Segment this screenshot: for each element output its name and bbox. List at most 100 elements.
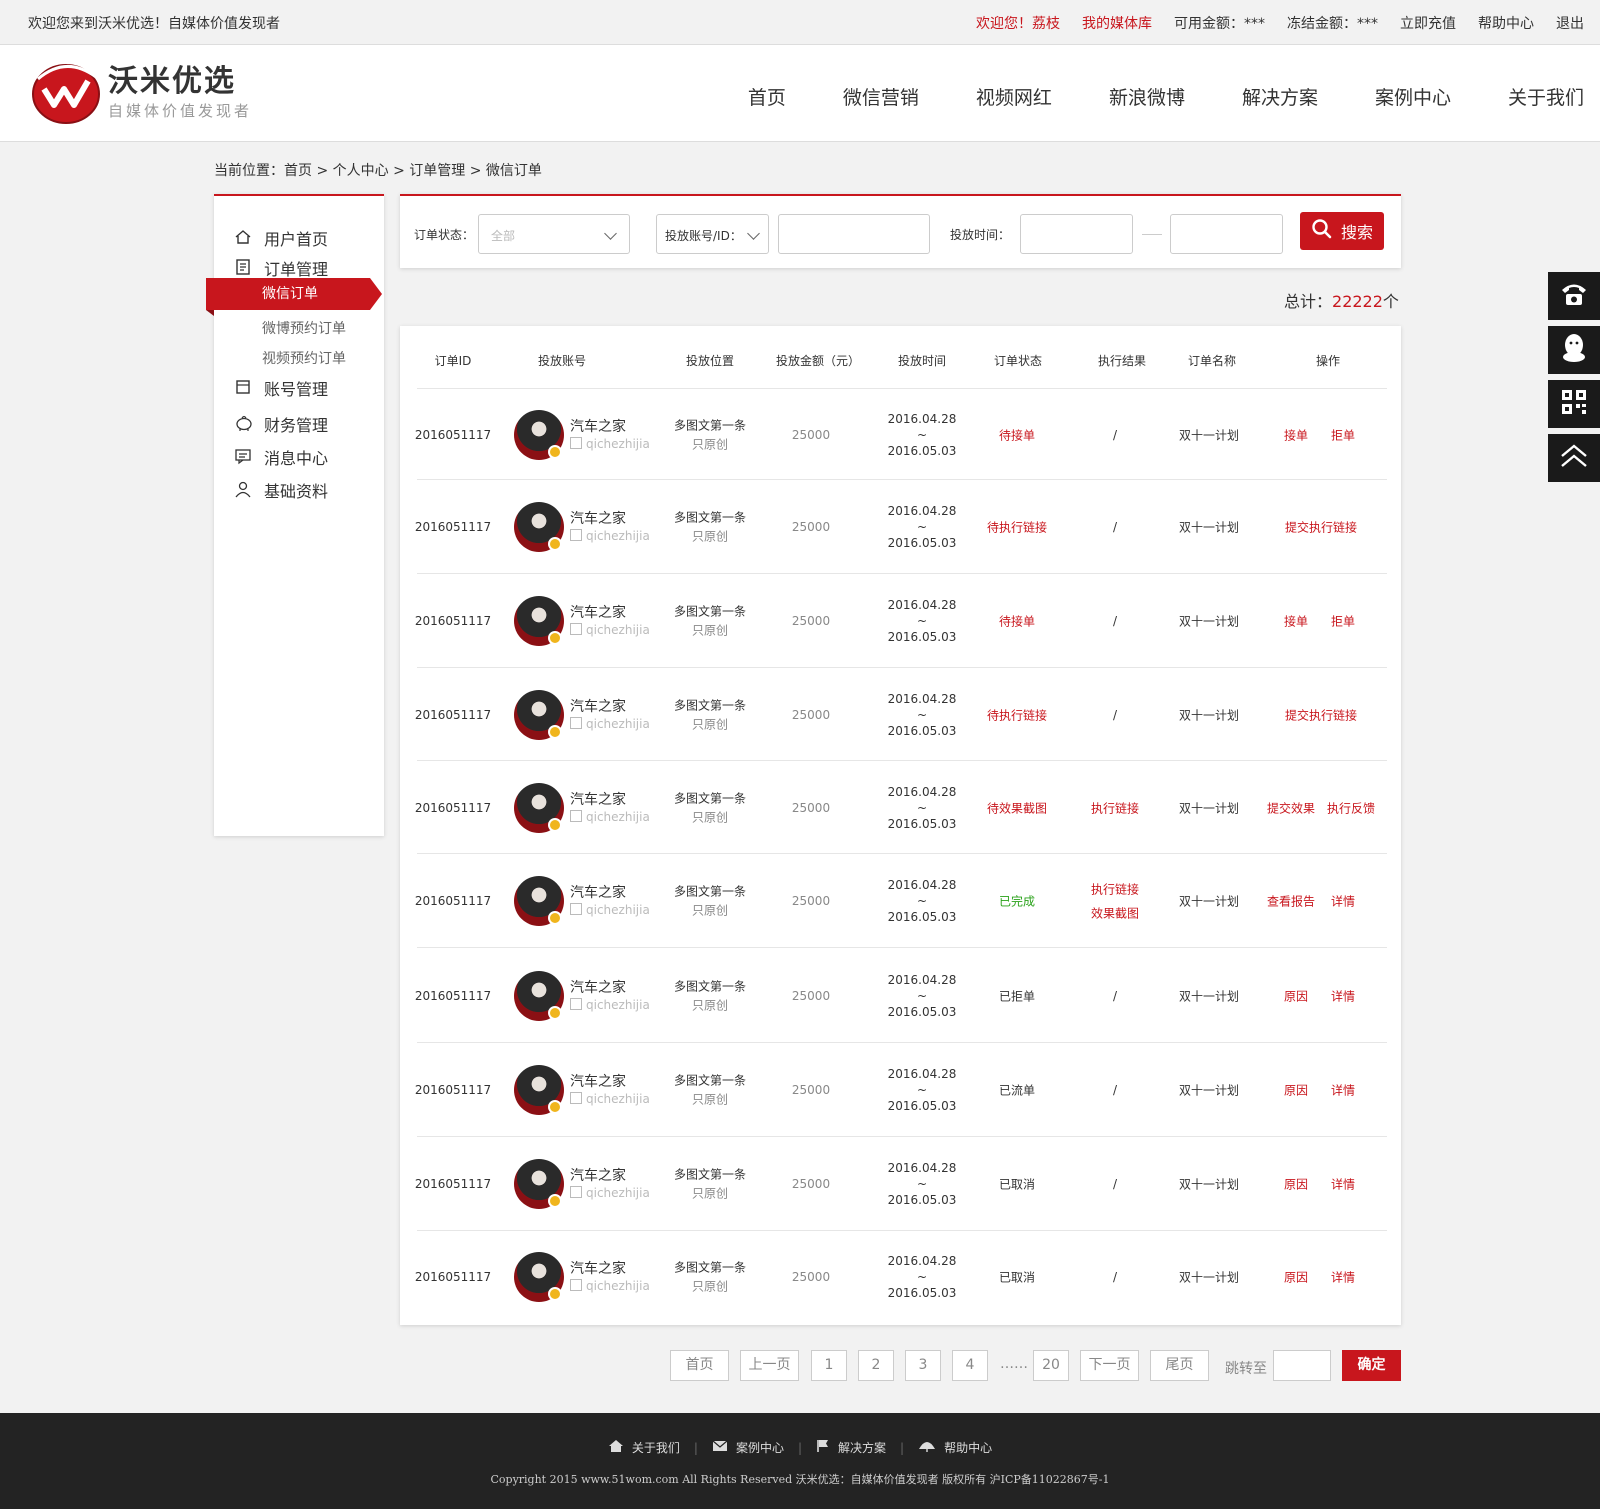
sidebar: 用户首页 订单管理 微信订单 微博预约订单 视频预约订单 账号管理 财务管理 消… (206, 194, 384, 836)
account-id-input[interactable] (778, 214, 930, 254)
action-button-primary[interactable]: 接单 (1284, 426, 1308, 443)
sidebar-item-accounts[interactable]: 账号管理 (234, 376, 328, 400)
nav-video-influencer[interactable]: 视频网红 (976, 83, 1052, 110)
end-date-input[interactable] (1170, 214, 1283, 254)
date-range-tilde: ~ (916, 1177, 928, 1191)
sidebar-item-orders[interactable]: 订单管理 (234, 256, 328, 280)
sidebar-item-weibo-orders[interactable]: 微博预约订单 (262, 318, 346, 338)
action-button-secondary[interactable]: 拒单 (1331, 613, 1355, 630)
account-name[interactable]: 汽车之家 (570, 1165, 626, 1185)
sidebar-item-finance[interactable]: 财务管理 (234, 412, 328, 436)
account-name[interactable]: 汽车之家 (570, 696, 626, 716)
prev-page-button[interactable]: 上一页 (740, 1350, 799, 1381)
account-id-select[interactable]: 投放账号/ID： (656, 214, 769, 254)
nav-sina-weibo[interactable]: 新浪微博 (1109, 83, 1185, 110)
account-name[interactable]: 汽车之家 (570, 416, 626, 436)
action-button-primary[interactable]: 原因 (1284, 1268, 1308, 1285)
recharge-link[interactable]: 立即充值 (1400, 13, 1456, 33)
verified-badge-icon (548, 1194, 562, 1208)
footer-separator: | (900, 1440, 905, 1455)
order-status-select[interactable]: 全部 (478, 214, 630, 254)
back-to-top-button[interactable] (1548, 434, 1600, 482)
result-screenshot-link[interactable]: 效果截图 (1091, 905, 1139, 922)
column-header: 操作 (1315, 354, 1341, 368)
message-icon (234, 447, 254, 467)
footer-link-help[interactable]: 帮助中心 (918, 1439, 992, 1456)
account-name[interactable]: 汽车之家 (570, 789, 626, 809)
account-name[interactable]: 汽车之家 (570, 1071, 626, 1091)
sidebar-item-video-orders[interactable]: 视频预约订单 (262, 348, 346, 368)
start-date-input[interactable] (1020, 214, 1133, 254)
nav-cases[interactable]: 案例中心 (1375, 83, 1451, 110)
date-range-tilde: ~ (916, 894, 928, 908)
sidebar-item-user-home[interactable]: 用户首页 (234, 226, 328, 250)
sidebar-item-messages[interactable]: 消息中心 (234, 445, 328, 469)
home-icon (608, 1439, 624, 1456)
order-name: 双十一计划 (1178, 708, 1240, 722)
action-button-secondary[interactable]: 拒单 (1331, 426, 1355, 443)
placement-amount: 25000 (791, 614, 831, 628)
order-name: 双十一计划 (1178, 614, 1240, 629)
page-button-1[interactable]: 1 (811, 1350, 847, 1381)
nav-home[interactable]: 首页 (748, 83, 786, 110)
user-greeting[interactable]: 欢迎您！荔枝 (976, 13, 1060, 33)
start-date: 2016.04.28 (887, 504, 957, 518)
placement-amount: 25000 (791, 1269, 831, 1284)
next-page-button[interactable]: 下一页 (1080, 1350, 1139, 1381)
first-page-button[interactable]: 首页 (670, 1350, 729, 1381)
account-handle: qichezhijia (570, 998, 650, 1012)
action-button-secondary[interactable]: 详情 (1331, 1082, 1355, 1099)
action-button-primary[interactable]: 原因 (1284, 1176, 1308, 1193)
action-button-primary[interactable]: 查看报告 (1267, 893, 1315, 910)
placement-position: 多图文第一条 (673, 791, 747, 805)
nav-about[interactable]: 关于我们 (1508, 83, 1584, 110)
placement-amount: 25000 (791, 1083, 831, 1097)
page-button-2[interactable]: 2 (858, 1350, 894, 1381)
account-name[interactable]: 汽车之家 (570, 508, 626, 528)
nav-solutions[interactable]: 解决方案 (1242, 83, 1318, 110)
action-button-secondary[interactable]: 详情 (1331, 987, 1355, 1004)
qq-float-button[interactable] (1548, 326, 1600, 374)
action-button-primary[interactable]: 提交效果 (1267, 799, 1315, 816)
main-nav: 首页 微信营销 视频网红 新浪微博 解决方案 案例中心 关于我们 (748, 83, 1584, 110)
qrcode-float-button[interactable] (1548, 380, 1600, 428)
footer-link-cases[interactable]: 案例中心 (712, 1439, 784, 1456)
account-name[interactable]: 汽车之家 (570, 602, 626, 622)
account-name[interactable]: 汽车之家 (570, 977, 626, 997)
submit-execution-link-button[interactable]: 提交执行链接 (1285, 519, 1357, 536)
execution-result[interactable]: 执行链接 (1091, 799, 1139, 816)
footer-link-about[interactable]: 关于我们 (608, 1439, 680, 1456)
page-button-20[interactable]: 20 (1033, 1350, 1069, 1381)
search-button[interactable]: 搜索 (1300, 212, 1384, 250)
result-link[interactable]: 执行链接 (1091, 881, 1139, 898)
site-logo[interactable]: 沃米优选 自媒体价值发现者 (30, 59, 252, 125)
page-button-4[interactable]: 4 (952, 1350, 988, 1381)
action-button-secondary[interactable]: 详情 (1331, 1268, 1355, 1285)
placement-position: 多图文第一条 (673, 884, 747, 899)
search-icon (1311, 218, 1333, 244)
account-handle: qichezhijia (570, 810, 650, 824)
site-header: 沃米优选 自媒体价值发现者 首页 微信营销 视频网红 新浪微博 解决方案 案例中… (0, 44, 1600, 142)
help-link[interactable]: 帮助中心 (1478, 13, 1534, 33)
jump-confirm-button[interactable]: 确定 (1342, 1350, 1401, 1381)
sidebar-item-wechat-orders[interactable]: 微信订单 (206, 278, 382, 316)
nav-wechat-marketing[interactable]: 微信营销 (843, 83, 919, 110)
page-button-3[interactable]: 3 (905, 1350, 941, 1381)
account-name[interactable]: 汽车之家 (570, 1258, 626, 1278)
footer-link-solutions[interactable]: 解决方案 (816, 1439, 886, 1456)
action-button-primary[interactable]: 接单 (1284, 613, 1308, 630)
action-button-primary[interactable]: 原因 (1284, 1082, 1308, 1099)
account-name[interactable]: 汽车之家 (570, 882, 626, 902)
sidebar-item-profile[interactable]: 基础资料 (234, 478, 328, 502)
action-button-primary[interactable]: 原因 (1284, 987, 1308, 1004)
jump-page-input[interactable] (1273, 1350, 1331, 1381)
action-button-secondary[interactable]: 执行反馈 (1327, 799, 1375, 816)
submit-execution-link-button[interactable]: 提交执行链接 (1285, 706, 1357, 723)
logout-link[interactable]: 退出 (1556, 13, 1584, 33)
order-status: 待效果截图 (986, 801, 1048, 815)
action-button-secondary[interactable]: 详情 (1331, 1176, 1355, 1193)
action-button-secondary[interactable]: 详情 (1331, 893, 1355, 910)
my-media-library-link[interactable]: 我的媒体库 (1082, 13, 1152, 33)
phone-float-button[interactable] (1548, 272, 1600, 320)
last-page-button[interactable]: 尾页 (1150, 1350, 1209, 1381)
